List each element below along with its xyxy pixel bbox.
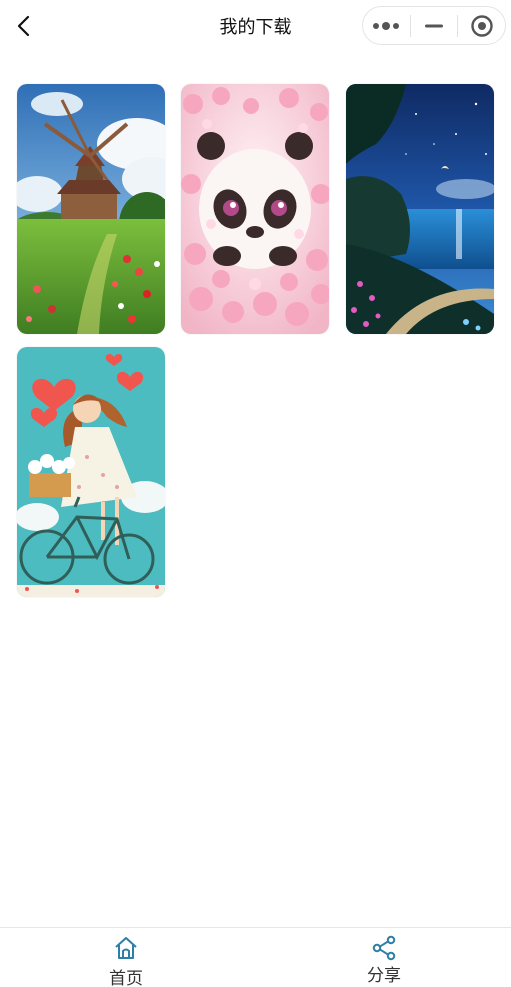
download-grid [0,0,511,700]
wallpaper-thumbnail-bicycle[interactable] [17,347,165,597]
downloads-page: 我的下载 首页 分享 [0,0,511,987]
tab-share-label: 分享 [367,966,401,986]
tab-share[interactable]: 分享 [334,928,434,987]
wallpaper-thumbnail-windmill[interactable] [17,84,165,334]
wallpaper-thumbnail-coast[interactable] [346,84,494,334]
tab-bar: 首页 分享 [0,927,511,987]
girl-on-bicycle-image [17,347,165,597]
wallpaper-thumbnail-panda[interactable] [181,84,329,334]
share-icon [372,935,396,961]
night-coast-image [346,84,494,334]
windmill-landscape-image [17,84,165,334]
home-icon [115,937,137,959]
tab-home-label: 首页 [109,969,143,987]
panda-cherry-blossom-image [181,84,329,334]
tab-home[interactable]: 首页 [76,928,176,987]
